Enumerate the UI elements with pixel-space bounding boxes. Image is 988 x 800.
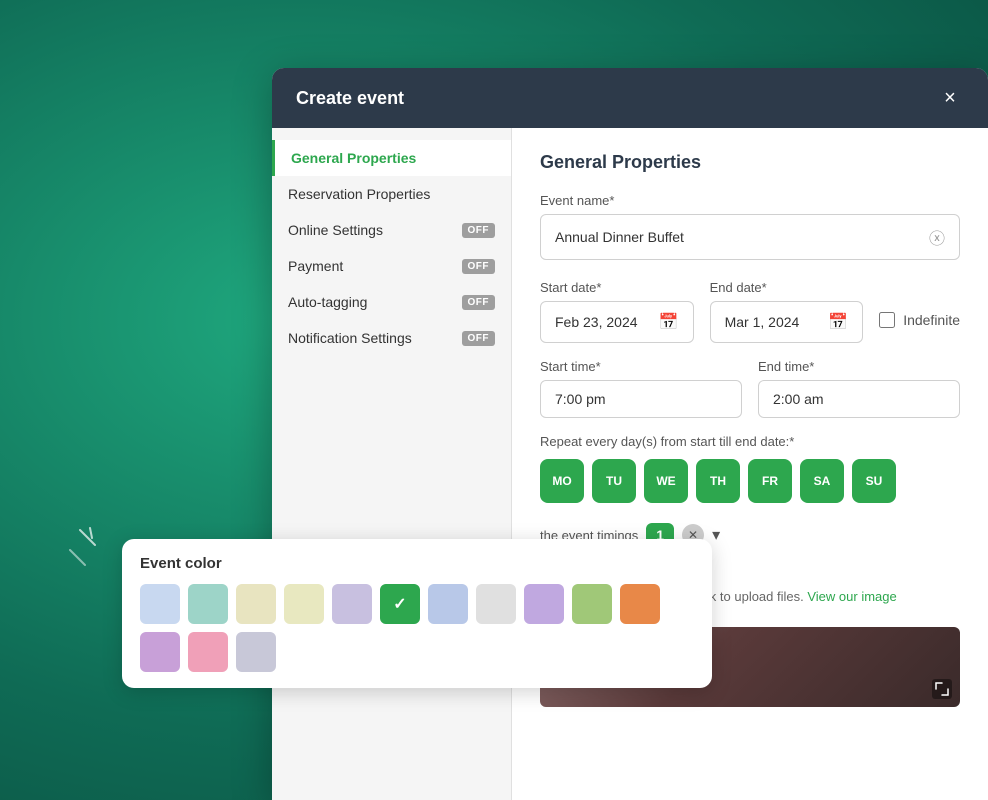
sidebar-item-online[interactable]: Online Settings OFF [272, 212, 511, 248]
swatch-checkmark: ✓ [393, 594, 406, 614]
start-date-input[interactable]: Feb 23, 2024 📅 [540, 301, 694, 343]
day-button-tu[interactable]: TU [592, 459, 636, 503]
indefinite-checkbox[interactable] [879, 312, 895, 328]
day-button-sa[interactable]: SA [800, 459, 844, 503]
start-date-calendar-icon: 📅 [659, 312, 679, 332]
color-swatch-2[interactable] [236, 584, 276, 624]
clear-event-name-icon[interactable]: ⓧ [929, 225, 945, 249]
date-row: Start date* Feb 23, 2024 📅 End date* Mar… [540, 280, 960, 343]
sidebar-item-label: Online Settings [288, 222, 383, 238]
indefinite-check-group: Indefinite [879, 280, 960, 328]
sidebar-item-label: Notification Settings [288, 330, 412, 346]
create-event-modal: Create event × General Properties Reserv… [272, 68, 988, 800]
event-color-popup: Event color ✓ [122, 539, 712, 688]
start-date-value: Feb 23, 2024 [555, 314, 638, 330]
color-swatch-3[interactable] [284, 584, 324, 624]
color-popup-title: Event color [140, 555, 694, 572]
event-name-input-wrapper[interactable]: ⓧ [540, 214, 960, 260]
indefinite-label: Indefinite [903, 312, 960, 328]
end-time-label: End time* [758, 359, 960, 374]
payment-badge: OFF [462, 259, 496, 274]
main-content: General Properties Event name* ⓧ Start d… [512, 128, 988, 800]
end-time-col: End time* [758, 359, 960, 418]
day-button-mo[interactable]: MO [540, 459, 584, 503]
end-date-label: End date* [710, 280, 864, 295]
start-time-col: Start time* [540, 359, 742, 418]
color-swatch-12[interactable] [188, 632, 228, 672]
end-date-calendar-icon: 📅 [828, 312, 848, 332]
event-name-group: Event name* ⓧ [540, 193, 960, 260]
day-button-we[interactable]: WE [644, 459, 688, 503]
color-swatch-11[interactable] [140, 632, 180, 672]
sidebar-item-label: Payment [288, 258, 343, 274]
end-date-col: End date* Mar 1, 2024 📅 [710, 280, 864, 343]
sidebar-item-label: General Properties [291, 150, 416, 166]
sidebar: General Properties Reservation Propertie… [272, 128, 512, 800]
color-swatch-10[interactable] [620, 584, 660, 624]
modal-close-button[interactable]: × [936, 84, 964, 112]
color-swatch-1[interactable] [188, 584, 228, 624]
end-time-input[interactable] [758, 380, 960, 418]
sidebar-item-reservation[interactable]: Reservation Properties [272, 176, 511, 212]
repeat-days-group: Repeat every day(s) from start till end … [540, 434, 960, 503]
day-button-fr[interactable]: FR [748, 459, 792, 503]
notification-badge: OFF [462, 331, 496, 346]
time-row: Start time* End time* [540, 359, 960, 418]
color-swatches: ✓ [140, 584, 694, 672]
event-name-input[interactable] [555, 229, 929, 245]
image-expand-icon [932, 679, 952, 699]
repeat-label: Repeat every day(s) from start till end … [540, 434, 960, 449]
sidebar-item-notification[interactable]: Notification Settings OFF [272, 320, 511, 356]
color-swatch-4[interactable] [332, 584, 372, 624]
online-settings-badge: OFF [462, 223, 496, 238]
sidebar-item-general[interactable]: General Properties [272, 140, 511, 176]
color-swatch-5[interactable]: ✓ [380, 584, 420, 624]
sidebar-item-payment[interactable]: Payment OFF [272, 248, 511, 284]
day-buttons: MO TU WE TH FR SA SU [540, 459, 960, 503]
color-swatch-13[interactable] [236, 632, 276, 672]
day-button-th[interactable]: TH [696, 459, 740, 503]
start-date-label: Start date* [540, 280, 694, 295]
modal-title: Create event [296, 88, 404, 109]
start-time-input[interactable] [540, 380, 742, 418]
end-date-input[interactable]: Mar 1, 2024 📅 [710, 301, 864, 343]
start-time-label: Start time* [540, 359, 742, 374]
modal-body: General Properties Reservation Propertie… [272, 128, 988, 800]
color-swatch-0[interactable] [140, 584, 180, 624]
day-button-su[interactable]: SU [852, 459, 896, 503]
color-swatch-9[interactable] [572, 584, 612, 624]
sidebar-item-label: Auto-tagging [288, 294, 367, 310]
section-title: General Properties [540, 152, 960, 173]
start-date-col: Start date* Feb 23, 2024 📅 [540, 280, 694, 343]
color-swatch-8[interactable] [524, 584, 564, 624]
end-date-value: Mar 1, 2024 [725, 314, 800, 330]
event-name-label: Event name* [540, 193, 960, 208]
sidebar-item-label: Reservation Properties [288, 186, 430, 202]
color-swatch-7[interactable] [476, 584, 516, 624]
autotagging-badge: OFF [462, 295, 496, 310]
timings-dropdown-icon[interactable]: ▾ [712, 525, 720, 545]
sidebar-item-autotagging[interactable]: Auto-tagging OFF [272, 284, 511, 320]
modal-header: Create event × [272, 68, 988, 128]
color-swatch-6[interactable] [428, 584, 468, 624]
